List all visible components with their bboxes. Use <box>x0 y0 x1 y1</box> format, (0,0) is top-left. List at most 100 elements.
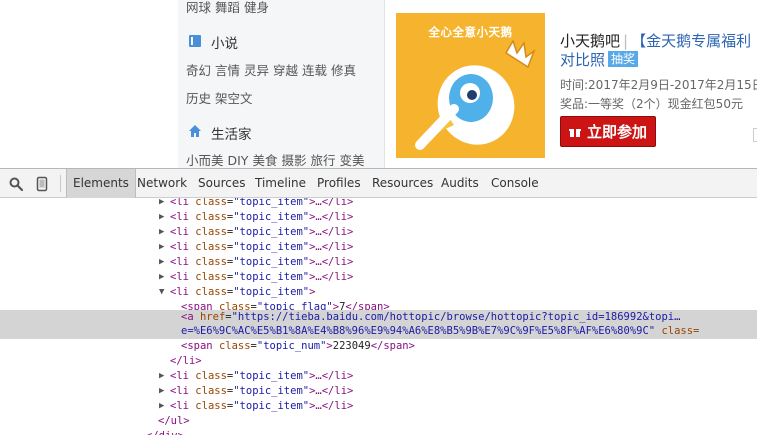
dom-row-selected[interactable]: <a href="https://tieba.baidu.com/hottopi… <box>0 310 757 325</box>
dom-attr-name: class= <box>661 325 700 337</box>
novel-tag[interactable]: 架空文 <box>215 91 253 106</box>
dom-line-text: <li class="topic_item">…</li> <box>170 399 353 414</box>
dom-row[interactable]: </li> <box>0 354 757 369</box>
category-sidebar: 网球 舞蹈 健身 小说 奇幻 言情 灵异 穿越 连载 修真 历史 架空文 生活家… <box>178 0 385 168</box>
novel-tag[interactable]: 灵异 <box>244 63 269 78</box>
life-tag[interactable]: 美食 <box>252 153 277 168</box>
dom-attr-name: class <box>195 385 227 397</box>
dom-row[interactable]: </ul> <box>0 414 757 429</box>
dom-closing-tag: </div> <box>146 430 184 435</box>
dom-closing-tag: </li> <box>170 355 202 367</box>
tab-timeline[interactable]: Timeline <box>249 169 312 198</box>
collapse-arrow-icon[interactable]: ▼ <box>159 285 164 300</box>
expand-arrow-icon[interactable]: ▶ <box>159 369 164 384</box>
dom-row[interactable]: ▶ <li class="topic_item">…</li> <box>0 210 757 225</box>
tab-network[interactable]: Network <box>131 169 193 198</box>
dom-row[interactable]: </div> <box>0 429 757 435</box>
dom-attr-name: class <box>195 400 227 412</box>
dom-row[interactable]: ▶ <li class="topic_item">…</li> <box>0 255 757 270</box>
tab-console[interactable]: Console <box>485 169 545 198</box>
novel-tag[interactable]: 穿越 <box>273 63 298 78</box>
tab-audits[interactable]: Audits <box>435 169 485 198</box>
life-tag-list: 小而美 DIY 美食 摄影 旅行 变美 <box>186 150 364 168</box>
novel-tag[interactable]: 言情 <box>215 63 240 78</box>
dom-line-text: <li class="topic_item">…</li> <box>170 240 353 255</box>
dom-attr-name: class <box>195 370 227 382</box>
toolbar-divider <box>60 175 61 192</box>
search-icon[interactable] <box>8 176 24 192</box>
dom-attr-name: href <box>199 311 226 323</box>
dom-row[interactable]: ▶ <li class="topic_item">…</li> <box>0 369 757 384</box>
expand-arrow-icon[interactable]: ▶ <box>159 225 164 240</box>
dom-attr-value: "topic_item" <box>233 211 310 223</box>
dom-row[interactable]: ▶ <li class="topic_item">…</li> <box>0 198 757 210</box>
life-tag[interactable]: 小而美 <box>186 153 224 168</box>
tab-profiles[interactable]: Profiles <box>311 169 367 198</box>
novel-heading[interactable]: 小说 <box>211 32 238 52</box>
dom-row[interactable]: ▶ <li class="topic_item">…</li> <box>0 225 757 240</box>
dom-tag-tail: >…</li> <box>309 211 354 223</box>
join-button-label: 立即参加 <box>586 123 647 141</box>
dom-row[interactable]: ▶ <li class="topic_item">…</li> <box>0 384 757 399</box>
dom-attr-value: "topic_item" <box>233 370 310 382</box>
dom-row[interactable]: <span class="topic_num">223049</span> <box>0 339 757 354</box>
tab-elements[interactable]: Elements <box>66 169 136 198</box>
dom-attr-name: class <box>195 226 227 238</box>
expand-arrow-icon[interactable]: ▶ <box>159 255 164 270</box>
elements-dom-tree[interactable]: ▶ <li class="topic_item">…</li> ▶ <li class… <box>0 198 757 435</box>
dom-open-tag: <li <box>170 271 189 283</box>
title-link-continued[interactable]: 对比照 <box>560 51 605 69</box>
sidebar-top-row[interactable]: 网球 舞蹈 健身 <box>186 0 269 16</box>
device-icon[interactable] <box>34 176 50 192</box>
dom-open-tag: <li <box>170 226 189 238</box>
life-tag[interactable]: DIY <box>228 153 249 168</box>
novel-tag-list: 奇幻 言情 灵异 穿越 连载 修真 <box>186 60 356 79</box>
time-value: 2017年2月9日-2017年2月15日 <box>588 78 757 92</box>
dom-attr-value: "topic_item" <box>233 286 310 298</box>
dom-row[interactable]: ▶ <li class="topic_item">…</li> <box>0 240 757 255</box>
time-label: 时间: <box>560 78 589 92</box>
dom-row-selected[interactable]: e=%E6%9C%AC%E5%B1%8A%E4%B8%96%E9%94%A6%E… <box>0 324 757 339</box>
dom-line-text: </div> <box>146 429 184 435</box>
promo-banner[interactable]: 全心全意小天鹅 <box>396 13 545 158</box>
expand-arrow-icon[interactable]: ▶ <box>159 240 164 255</box>
tab-sources[interactable]: Sources <box>192 169 251 198</box>
dom-line-text: <li class="topic_item">…</li> <box>170 198 353 210</box>
dom-line-text: <li class="topic_item">…</li> <box>170 225 353 240</box>
card-title-line2: 对比照 抽奖 <box>560 49 639 70</box>
life-tag[interactable]: 变美 <box>339 153 364 168</box>
dom-line-text: </ul> <box>158 414 190 429</box>
event-time: 时间:2017年2月9日-2017年2月15日 <box>560 76 757 93</box>
dom-line-text: </li> <box>170 354 202 369</box>
novel-tag[interactable]: 奇幻 <box>186 63 211 78</box>
expand-arrow-icon[interactable]: ▶ <box>159 384 164 399</box>
forum-name[interactable]: 小天鹅吧 <box>560 32 620 50</box>
dom-attr-value: "https://tieba.baidu.com/hottopic/browse… <box>231 311 681 323</box>
expand-arrow-icon[interactable]: ▶ <box>159 399 164 414</box>
life-tag[interactable]: 旅行 <box>310 153 335 168</box>
dom-attr-name: class <box>195 286 227 298</box>
dom-open-tag: <li <box>170 400 189 412</box>
life-tag[interactable]: 摄影 <box>281 153 306 168</box>
life-heading[interactable]: 生活家 <box>211 123 252 143</box>
carousel-next-edge[interactable] <box>753 128 757 142</box>
dom-open-tag: <li <box>170 286 189 298</box>
dom-row[interactable]: ▶ <li class="topic_item">…</li> <box>0 270 757 285</box>
novel-tag[interactable]: 修真 <box>331 63 356 78</box>
tab-resources[interactable]: Resources <box>366 169 439 198</box>
dom-closing-tag: </span> <box>370 340 415 352</box>
dom-attr-name: class <box>195 256 227 268</box>
dom-tag-tail: >…</li> <box>309 370 354 382</box>
promo-card: 全心全意小天鹅 小天鹅吧 | 【金天鹅专属福利 对比照 抽奖 时间:2017年2月9日… <box>385 0 757 168</box>
title-link[interactable]: 【金天鹅专属福利 <box>631 32 751 50</box>
novel-tag[interactable]: 连载 <box>302 63 327 78</box>
novel-tag[interactable]: 历史 <box>186 91 211 106</box>
join-button[interactable]: 立即参加 <box>560 116 656 147</box>
dom-tag-tail: >…</li> <box>309 241 354 253</box>
dom-row[interactable]: ▶ <li class="topic_item">…</li> <box>0 399 757 414</box>
expand-arrow-icon[interactable]: ▶ <box>159 210 164 225</box>
expand-arrow-icon[interactable]: ▶ <box>159 270 164 285</box>
expand-arrow-icon[interactable]: ▶ <box>159 198 164 210</box>
dom-row[interactable]: ▼ <li class="topic_item"> <box>0 285 757 300</box>
dom-attr-value: "topic_item" <box>233 385 310 397</box>
